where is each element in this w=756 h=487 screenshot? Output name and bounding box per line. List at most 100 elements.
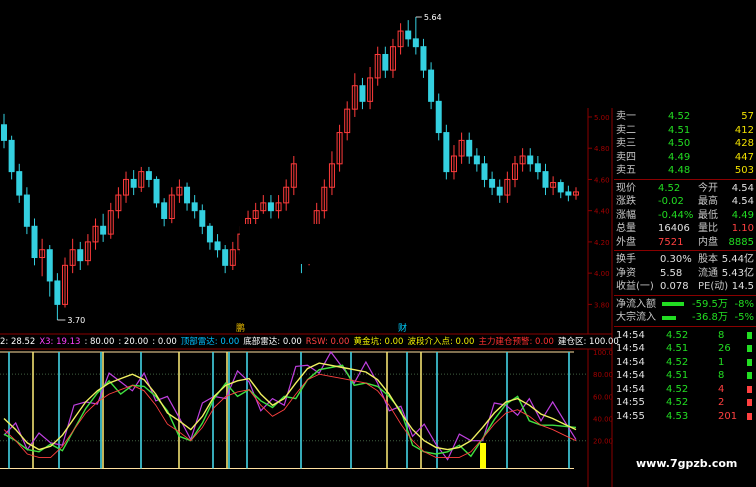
- flow-label: 净流入额: [616, 298, 656, 310]
- candle-body: [54, 280, 61, 305]
- stat-row: 涨跌 -0.02 最高 4.54: [614, 195, 756, 208]
- ask-volume: 57: [741, 111, 754, 122]
- tick-volume: 2: [718, 397, 725, 408]
- stat-value: 8885: [728, 236, 754, 248]
- signal-bar-cyan: [436, 352, 438, 469]
- indicator-legend-item: : 80.00: [84, 337, 115, 347]
- stat-row: 总量 16406 量比 1.10: [614, 222, 756, 235]
- tick-time: 14:55: [616, 410, 645, 422]
- fund-label: 净资: [616, 267, 636, 279]
- fund-value: 5.43亿: [721, 267, 754, 279]
- stat-value: 4.52: [658, 182, 681, 194]
- section-divider: [614, 250, 756, 251]
- section-divider: [614, 178, 756, 180]
- signal-bar-yellow: [102, 352, 104, 469]
- tick-direction-icon: [747, 331, 752, 339]
- tick-direction-icon: [747, 412, 752, 420]
- indicator-legend-item: 建仓区: 100.00: [557, 337, 619, 347]
- tick-row: 14:55 4.53 201: [614, 410, 756, 423]
- candle-body: [130, 178, 137, 188]
- ask-price: 4.48: [668, 165, 691, 176]
- candle-body: [31, 225, 38, 259]
- tick-row: 14:54 4.52 1: [614, 356, 756, 369]
- signal-bar-cyan: [300, 352, 302, 469]
- candle-body: [443, 132, 450, 173]
- ask-label: 卖四: [616, 151, 636, 163]
- flow-percent: -8%: [734, 298, 754, 310]
- flow-value: -36.8万: [692, 312, 728, 323]
- high-price-label: 5.64: [424, 13, 442, 22]
- candle-body: [161, 202, 168, 219]
- tick-volume: 8: [718, 370, 725, 381]
- candle-body: [184, 186, 191, 204]
- fund-row: 收益(一) 0.078 PE(动) 14.5: [614, 280, 756, 293]
- candle-body: [267, 202, 274, 212]
- stat-value: 1.10: [731, 223, 754, 234]
- candle-body: [191, 202, 198, 212]
- signal-bar-cyan: [246, 352, 248, 469]
- indicator-legend-item: 2: 28.52: [0, 337, 36, 347]
- ask-label: 卖五: [616, 165, 636, 176]
- curve-yellow: [3, 362, 577, 451]
- ask-price: 4.52: [668, 111, 691, 122]
- flow-bar: [662, 315, 676, 320]
- candle-body: [8, 139, 15, 173]
- ask-row: 卖一 4.52 57: [614, 110, 756, 123]
- flow-bar: [662, 302, 684, 306]
- stat-label: 内盘: [698, 236, 718, 248]
- candle-body: [542, 171, 549, 188]
- ask-price: 4.51: [668, 124, 691, 136]
- low-price-label: 3.70: [67, 316, 85, 325]
- candle-body: [222, 249, 229, 266]
- signal-bar-yellow: [226, 352, 228, 469]
- flow-row: 大宗流入 -36.8万 -5%: [614, 311, 756, 324]
- fund-label: 流通: [698, 267, 718, 279]
- indicator-legend-item: : 20.00: [118, 337, 149, 347]
- indicator-legend-item: 底部雷达: 0.00: [243, 337, 302, 347]
- candle-body: [23, 194, 30, 227]
- candle-body: [534, 163, 541, 173]
- indicator-legend-bar: 2: 28.52 X3: 19.13: 80.00: 20.00: 0.00 顶部雷…: [0, 336, 623, 348]
- candle-body: [359, 85, 366, 102]
- tick-price: 4.52: [666, 383, 689, 395]
- stat-value: 7521: [658, 236, 684, 248]
- indicator-legend-item: X3: 19.13: [39, 337, 81, 347]
- ask-row: 卖五 4.48 503: [614, 164, 756, 177]
- fund-value: 0.078: [660, 281, 689, 292]
- section-divider: [614, 294, 756, 296]
- tick-volume: 8: [718, 329, 725, 341]
- signal-bar-yellow: [178, 352, 180, 469]
- ask-row: 卖四 4.49 447: [614, 151, 756, 164]
- stat-row: 外盘 7521 内盘 8885: [614, 236, 756, 249]
- stat-value: -0.02: [658, 196, 684, 207]
- ask-price: 4.50: [668, 138, 691, 149]
- ask-volume: 447: [734, 151, 754, 163]
- tick-row: 14:54 4.52 8: [614, 329, 756, 342]
- tick-volume: 201: [718, 410, 738, 422]
- indicator-legend-item: 主力建仓预警: 0.00: [478, 337, 554, 347]
- stat-value: 4.54: [731, 196, 754, 207]
- ask-volume: 503: [734, 165, 754, 176]
- tick-row: 14:54 4.51 8: [614, 369, 756, 382]
- stat-label: 涨跌: [616, 196, 636, 207]
- tick-price: 4.53: [666, 410, 689, 422]
- candle-body: [412, 38, 419, 48]
- ask-volume: 412: [734, 124, 754, 136]
- event-marker-left: 鹏: [236, 322, 245, 334]
- candle-body: [527, 155, 534, 165]
- ask-row: 卖三 4.50 428: [614, 137, 756, 150]
- stat-row: 现价 4.52 今开 4.54: [614, 182, 756, 195]
- price-tick-label: 4.00: [594, 270, 610, 278]
- flow-label: 大宗流入: [616, 312, 656, 323]
- indicator-legend-item: 顶部雷达: 0.00: [180, 337, 240, 347]
- ask-label: 卖三: [616, 138, 636, 149]
- tick-row: 14:55 4.52 2: [614, 396, 756, 409]
- signal-bar-cyan: [58, 352, 60, 469]
- signal-bar-cyan: [228, 352, 230, 469]
- stat-label: 现价: [616, 182, 636, 194]
- tick-price: 4.51: [666, 370, 689, 381]
- curve-green: [3, 364, 577, 458]
- indicator-tick-label: 40.00: [593, 416, 613, 424]
- price-tick-label: 4.80: [594, 145, 610, 153]
- signal-bar-cyan: [140, 352, 142, 469]
